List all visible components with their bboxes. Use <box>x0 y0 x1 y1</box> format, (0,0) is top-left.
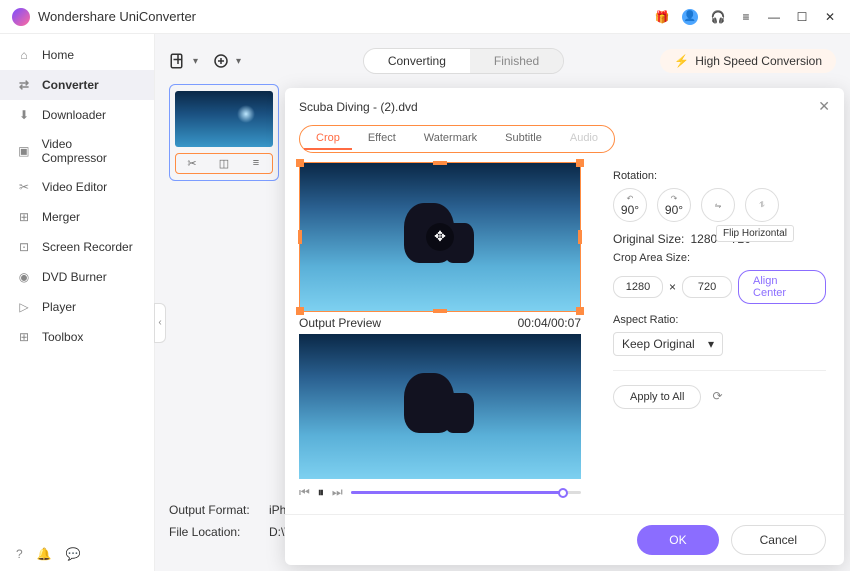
crop-handle-right[interactable] <box>578 230 582 244</box>
progress-knob[interactable] <box>558 488 568 498</box>
cancel-button[interactable]: Cancel <box>731 525 826 555</box>
tab-converting[interactable]: Converting <box>364 49 470 73</box>
sidebar-collapse-handle[interactable]: ‹ <box>154 303 166 343</box>
sidebar-item-downloader[interactable]: ⬇Downloader <box>0 100 154 130</box>
chat-icon[interactable]: 💬 <box>66 547 81 561</box>
maximize-icon[interactable]: ☐ <box>794 9 810 25</box>
app-logo <box>12 8 30 26</box>
editor-icon: ✂ <box>16 179 32 195</box>
tab-finished[interactable]: Finished <box>470 49 563 73</box>
flip-tooltip: Flip Horizontal <box>716 225 794 242</box>
file-card[interactable]: ✂ ◫ ≡ <box>169 84 279 181</box>
bell-icon[interactable]: 🔔 <box>37 547 52 561</box>
sidebar: ⌂Home ⇄Converter ⬇Downloader ▣Video Comp… <box>0 34 155 571</box>
aspect-ratio-select[interactable]: Keep Original▾ <box>613 332 723 356</box>
output-preview-label: Output Preview <box>299 316 381 330</box>
titlebar: Wondershare UniConverter 🎁 👤 🎧 ≡ — ☐ ✕ <box>0 0 850 34</box>
record-icon: ⊡ <box>16 239 32 255</box>
convert-icon: ⇄ <box>16 77 32 93</box>
tab-subtitle[interactable]: Subtitle <box>493 128 554 150</box>
file-thumbnail <box>175 91 273 147</box>
crop-handle-bl[interactable] <box>296 307 304 315</box>
minimize-icon[interactable]: — <box>766 9 782 25</box>
original-size-label: Original Size: <box>613 232 684 246</box>
status-tabs: Converting Finished <box>363 48 564 74</box>
crop-handle-tr[interactable] <box>576 159 584 167</box>
sidebar-item-compressor[interactable]: ▣Video Compressor <box>0 130 154 172</box>
pause-button[interactable]: ⏸ <box>318 485 324 500</box>
editor-dialog: Scuba Diving - (2).dvd ✕ Crop Effect Wat… <box>285 88 844 565</box>
sidebar-item-converter[interactable]: ⇄Converter <box>0 70 154 100</box>
sidebar-item-toolbox[interactable]: ⊞Toolbox <box>0 322 154 352</box>
apply-to-all-button[interactable]: Apply to All <box>613 385 701 409</box>
home-icon: ⌂ <box>16 47 32 63</box>
sidebar-item-editor[interactable]: ✂Video Editor <box>0 172 154 202</box>
editor-title: Scuba Diving - (2).dvd <box>299 100 818 114</box>
prev-frame-button[interactable]: ⏮ <box>299 485 310 500</box>
progress-bar[interactable] <box>351 491 581 494</box>
support-icon[interactable]: 🎧 <box>710 9 726 25</box>
crop-handle-tl[interactable] <box>296 159 304 167</box>
reset-icon[interactable]: ⟳ <box>712 389 722 403</box>
sidebar-item-merger[interactable]: ⊞Merger <box>0 202 154 232</box>
ok-button[interactable]: OK <box>637 525 718 555</box>
more-icon[interactable]: ≡ <box>240 154 272 173</box>
tab-crop[interactable]: Crop <box>304 128 352 150</box>
crop-handle-left[interactable] <box>298 230 302 244</box>
chevron-down-icon[interactable]: ▾ <box>193 56 198 67</box>
sidebar-item-recorder[interactable]: ⊡Screen Recorder <box>0 232 154 262</box>
crop-handle-bottom[interactable] <box>433 309 447 313</box>
lightning-icon: ⚡ <box>674 54 689 68</box>
chevron-down-icon: ▾ <box>708 337 714 351</box>
rotation-label: Rotation: <box>613 170 826 182</box>
crop-height-input[interactable] <box>682 276 732 298</box>
next-frame-button[interactable]: ⏭ <box>332 485 343 500</box>
crop-area-label: Crop Area Size: <box>613 252 826 264</box>
user-icon[interactable]: 👤 <box>682 9 698 25</box>
add-file-button[interactable] <box>169 52 187 70</box>
close-icon[interactable]: ✕ <box>818 98 830 115</box>
rotate-right-button[interactable]: ↷90° <box>657 188 691 222</box>
chevron-down-icon[interactable]: ▾ <box>236 56 241 67</box>
flip-vertical-button[interactable]: ⥮ Flip Horizontal <box>745 188 779 222</box>
app-title: Wondershare UniConverter <box>38 9 654 24</box>
tab-watermark[interactable]: Watermark <box>412 128 489 150</box>
compress-icon: ▣ <box>16 143 32 159</box>
crop-width-input[interactable] <box>613 276 663 298</box>
aspect-ratio-label: Aspect Ratio: <box>613 314 826 326</box>
crop-preview[interactable]: ✥ <box>299 162 581 312</box>
trim-icon[interactable]: ✂ <box>176 154 208 173</box>
toolbox-icon: ⊞ <box>16 329 32 345</box>
add-folder-button[interactable] <box>212 52 230 70</box>
sidebar-item-dvd[interactable]: ◉DVD Burner <box>0 262 154 292</box>
rotate-left-button[interactable]: ↶90° <box>613 188 647 222</box>
tab-effect[interactable]: Effect <box>356 128 408 150</box>
high-speed-conversion-button[interactable]: ⚡ High Speed Conversion <box>660 49 836 73</box>
output-format-label: Output Format: <box>169 503 259 517</box>
tab-audio: Audio <box>558 128 610 150</box>
output-preview <box>299 334 581 479</box>
play-icon: ▷ <box>16 299 32 315</box>
dvd-icon: ◉ <box>16 269 32 285</box>
move-icon[interactable]: ✥ <box>426 223 454 251</box>
merge-icon: ⊞ <box>16 209 32 225</box>
close-icon[interactable]: ✕ <box>822 9 838 25</box>
help-icon[interactable]: ? <box>16 547 23 561</box>
align-center-button[interactable]: Align Center <box>738 270 826 304</box>
gift-icon[interactable]: 🎁 <box>654 9 670 25</box>
crop-icon[interactable]: ◫ <box>208 154 240 173</box>
flip-horizontal-button[interactable]: ⇋ <box>701 188 735 222</box>
crop-handle-top[interactable] <box>433 161 447 165</box>
crop-handle-br[interactable] <box>576 307 584 315</box>
download-icon: ⬇ <box>16 107 32 123</box>
sidebar-item-home[interactable]: ⌂Home <box>0 40 154 70</box>
menu-icon[interactable]: ≡ <box>738 9 754 25</box>
file-location-label: File Location: <box>169 525 259 539</box>
sidebar-item-player[interactable]: ▷Player <box>0 292 154 322</box>
time-display: 00:04/00:07 <box>518 316 581 330</box>
